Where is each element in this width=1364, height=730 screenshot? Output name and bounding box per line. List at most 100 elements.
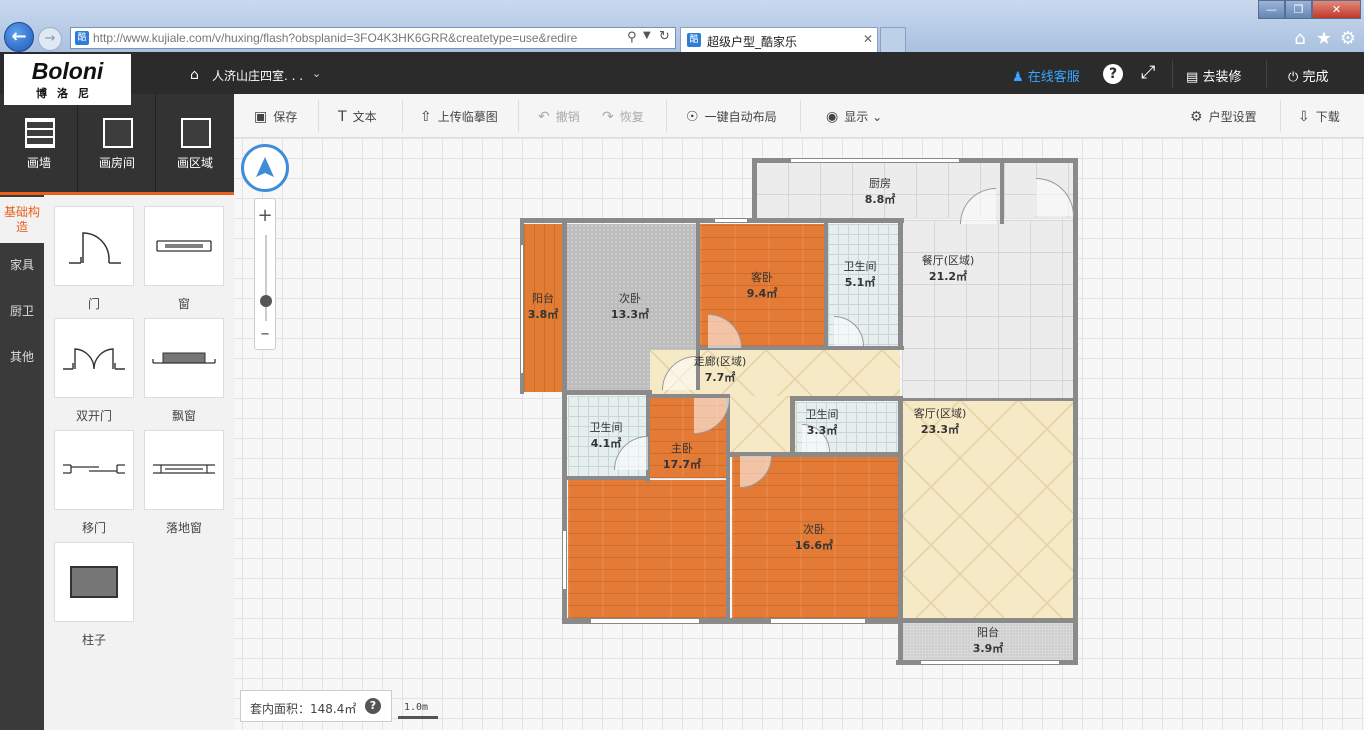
- compass-icon[interactable]: [241, 144, 289, 192]
- window[interactable]: [920, 660, 1060, 665]
- room-master-bedroom[interactable]: [568, 480, 728, 618]
- back-arrow-icon[interactable]: ←: [4, 22, 34, 52]
- home-icon[interactable]: ⌂: [1288, 28, 1312, 49]
- window[interactable]: [714, 218, 748, 223]
- upload-sketch-button[interactable]: ⇧ 上传临摹图: [420, 108, 498, 125]
- divider: [800, 100, 801, 132]
- maximize-icon[interactable]: ❐: [1285, 0, 1312, 19]
- gear-icon: ⚙: [1190, 109, 1203, 125]
- display-dropdown[interactable]: ◉ 显示 ⌄: [826, 108, 882, 125]
- wall[interactable]: [562, 476, 650, 480]
- wall[interactable]: [520, 218, 904, 223]
- minimize-icon[interactable]: —: [1258, 0, 1285, 19]
- tab-other[interactable]: 其他: [0, 335, 44, 381]
- wall[interactable]: [726, 394, 730, 620]
- room-name: 卫生间: [589, 421, 623, 434]
- chevron-down-icon[interactable]: ▼: [643, 30, 651, 41]
- room-area: 23.3㎡: [920, 423, 960, 436]
- text-button[interactable]: T 文本: [338, 108, 377, 125]
- browser-tab[interactable]: 酷 超级户型_酷家乐 ✕: [680, 27, 878, 52]
- window-item[interactable]: [144, 206, 224, 286]
- room-area: 13.3㎡: [610, 308, 650, 321]
- chevron-down-icon[interactable]: ⌄: [312, 67, 321, 80]
- project-name[interactable]: 人济山庄四室. . .: [212, 67, 303, 84]
- draw-room-label: 画房间: [98, 156, 135, 170]
- undo-button[interactable]: ↶ 撤销: [538, 108, 580, 125]
- save-button[interactable]: ▣ 保存: [254, 108, 297, 125]
- star-icon[interactable]: ★: [1312, 28, 1336, 49]
- door-icon: [69, 232, 121, 264]
- column-item[interactable]: [54, 542, 134, 622]
- wall[interactable]: [562, 390, 652, 395]
- home-icon[interactable]: ⌂: [190, 67, 199, 83]
- close-icon[interactable]: ✕: [1312, 0, 1361, 19]
- logo-text: Boloni: [31, 58, 104, 84]
- zoom-slider-handle[interactable]: [260, 295, 272, 307]
- room-label-bathroom-3: 卫生间 3.3㎡: [792, 407, 852, 439]
- room-corridor-area-lower[interactable]: [730, 396, 796, 452]
- room-area: 16.6㎡: [794, 539, 834, 552]
- zoom-out-button[interactable]: –: [255, 323, 275, 344]
- floorplan-settings-button[interactable]: ⚙ 户型设置: [1190, 108, 1257, 125]
- zoom-in-button[interactable]: +: [255, 205, 275, 226]
- address-bar[interactable]: 酷 http://www.kujiale.com/v/huxing/flash?…: [70, 27, 676, 49]
- new-tab-button[interactable]: [880, 27, 906, 52]
- wall[interactable]: [1073, 158, 1078, 664]
- room-area: 21.2㎡: [928, 270, 968, 283]
- wall-icon: [25, 118, 55, 148]
- window[interactable]: [790, 158, 960, 163]
- room-name: 走廊(区域): [693, 355, 747, 368]
- double-door-item[interactable]: [54, 318, 134, 398]
- address-url[interactable]: http://www.kujiale.com/v/huxing/flash?ob…: [93, 31, 621, 47]
- room-name: 客厅(区域): [913, 407, 967, 420]
- forward-arrow-icon[interactable]: →: [38, 27, 62, 51]
- window[interactable]: [562, 530, 567, 590]
- zoom-slider-track[interactable]: [265, 235, 267, 321]
- wall[interactable]: [1000, 158, 1004, 224]
- online-service-label: 在线客服: [1027, 70, 1080, 85]
- auto-layout-button[interactable]: ☉ 一键自动布局: [686, 108, 777, 125]
- room-dining-area[interactable]: [902, 220, 1076, 400]
- online-service-link[interactable]: ♟ 在线客服: [1012, 66, 1080, 85]
- wall[interactable]: [902, 398, 1074, 401]
- draw-room-button[interactable]: 画房间: [78, 94, 156, 194]
- tab-kitchen-bath[interactable]: 厨卫: [0, 289, 44, 335]
- window[interactable]: [770, 618, 866, 624]
- window[interactable]: [590, 618, 700, 624]
- wall[interactable]: [790, 396, 902, 401]
- bay-window-item[interactable]: [144, 318, 224, 398]
- gear-icon[interactable]: ⚙: [1336, 28, 1360, 49]
- close-icon[interactable]: ✕: [863, 32, 873, 46]
- divider: [1266, 60, 1267, 88]
- renovate-button[interactable]: ▤ 去装修: [1186, 66, 1241, 85]
- download-button[interactable]: ⇩ 下载: [1298, 108, 1340, 125]
- room-name: 卫生间: [805, 408, 839, 421]
- paint-roller-icon: ▤: [1186, 70, 1199, 85]
- draw-area-button[interactable]: 画区域: [156, 94, 234, 194]
- save-label: 保存: [273, 110, 298, 124]
- room-area: 3.8㎡: [527, 308, 559, 321]
- app-header: [0, 52, 1364, 94]
- refresh-icon[interactable]: ↻: [659, 29, 670, 44]
- bay-window-icon: [152, 352, 216, 364]
- search-icon[interactable]: ⚲: [627, 30, 637, 45]
- fullscreen-icon[interactable]: ⤢: [1141, 62, 1155, 83]
- sliding-door-item[interactable]: [54, 430, 134, 510]
- redo-button[interactable]: ↷ 恢复: [602, 108, 644, 125]
- help-icon[interactable]: ?: [1103, 64, 1123, 84]
- done-button[interactable]: ⏻ 完成: [1288, 66, 1328, 85]
- tab-basic-structure[interactable]: 基础构造: [0, 197, 44, 243]
- wall[interactable]: [896, 618, 1078, 623]
- wall[interactable]: [898, 218, 903, 350]
- french-window-item[interactable]: [144, 430, 224, 510]
- divider: [402, 100, 403, 132]
- tab-furniture[interactable]: 家具: [0, 243, 44, 289]
- door-item[interactable]: [54, 206, 134, 286]
- site-favicon-icon: 酷: [75, 31, 89, 45]
- wall[interactable]: [752, 158, 757, 222]
- french-window-label: 落地窗: [165, 521, 202, 535]
- help-icon[interactable]: ?: [365, 698, 381, 714]
- wall[interactable]: [824, 218, 828, 350]
- display-label: 显示: [844, 110, 869, 124]
- draw-wall-button[interactable]: 画墙: [0, 94, 78, 194]
